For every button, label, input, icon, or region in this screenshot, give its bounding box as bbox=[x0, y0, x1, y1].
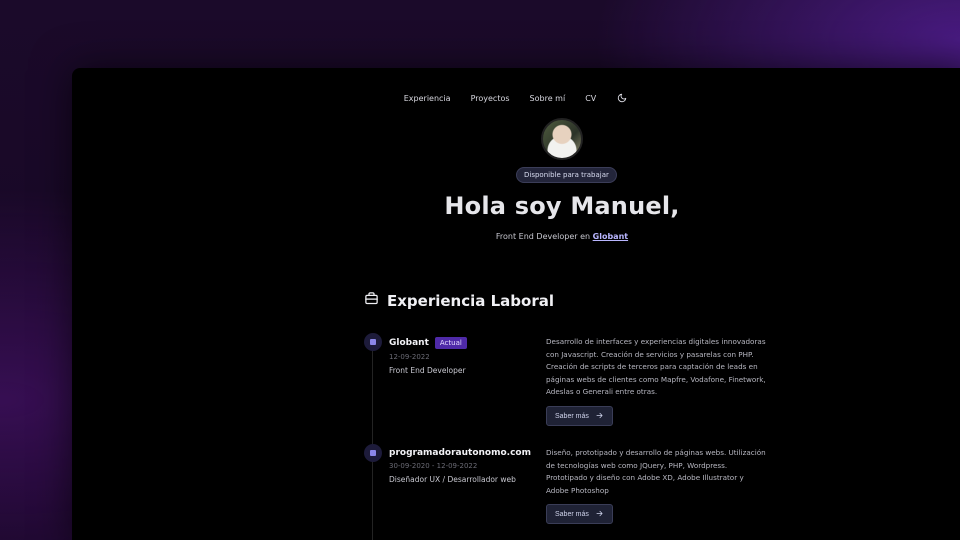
browser-window: Experiencia Proyectos Sobre mí CV Dispon… bbox=[72, 68, 960, 540]
company-link[interactable]: Globant bbox=[593, 232, 628, 241]
button-label: Saber más bbox=[555, 412, 589, 420]
hero-subtitle: Front End Developer en Globant bbox=[72, 232, 960, 241]
job-company: Globant bbox=[389, 338, 429, 348]
briefcase-icon bbox=[364, 291, 379, 310]
timeline-dot bbox=[364, 444, 382, 462]
saber-mas-button[interactable]: Saber más bbox=[546, 504, 613, 524]
arrow-right-icon bbox=[595, 411, 604, 422]
job-description: Desarrollo de interfaces y experiencias … bbox=[546, 337, 766, 396]
job-date: 30-09-2020 - 12-09-2022 bbox=[389, 462, 478, 470]
moon-icon[interactable] bbox=[616, 92, 628, 104]
nav-proyectos[interactable]: Proyectos bbox=[471, 94, 510, 103]
avatar bbox=[541, 118, 583, 160]
job-header: programadorautonomo.com bbox=[389, 448, 531, 458]
arrow-right-icon bbox=[595, 509, 604, 520]
subtitle-text: Front End Developer en bbox=[495, 232, 593, 241]
availability-badge: Disponible para trabajar bbox=[516, 167, 617, 183]
experience-title: Experiencia Laboral bbox=[387, 291, 554, 310]
saber-mas-button[interactable]: Saber más bbox=[546, 406, 613, 426]
job-header: Globant Actual bbox=[389, 337, 467, 349]
job-role: Diseñador UX / Desarrollador web bbox=[389, 475, 516, 484]
top-nav: Experiencia Proyectos Sobre mí CV bbox=[72, 92, 960, 104]
job-description: Diseño, prototipado y desarrollo de pági… bbox=[546, 448, 766, 495]
job-role: Front End Developer bbox=[389, 366, 466, 375]
briefcase-icon bbox=[370, 450, 376, 456]
timeline-dot bbox=[364, 333, 382, 351]
button-label: Saber más bbox=[555, 510, 589, 518]
nav-cv[interactable]: CV bbox=[585, 94, 596, 103]
briefcase-icon bbox=[370, 339, 376, 345]
current-tag: Actual bbox=[434, 337, 467, 349]
nav-experiencia[interactable]: Experiencia bbox=[404, 94, 451, 103]
job-company: programadorautonomo.com bbox=[389, 448, 531, 458]
job-date: 12-09-2022 bbox=[389, 353, 430, 361]
nav-sobre-mi[interactable]: Sobre mí bbox=[530, 94, 566, 103]
experience-heading: Experiencia Laboral bbox=[364, 291, 554, 310]
page-title: Hola soy Manuel, bbox=[444, 192, 680, 220]
